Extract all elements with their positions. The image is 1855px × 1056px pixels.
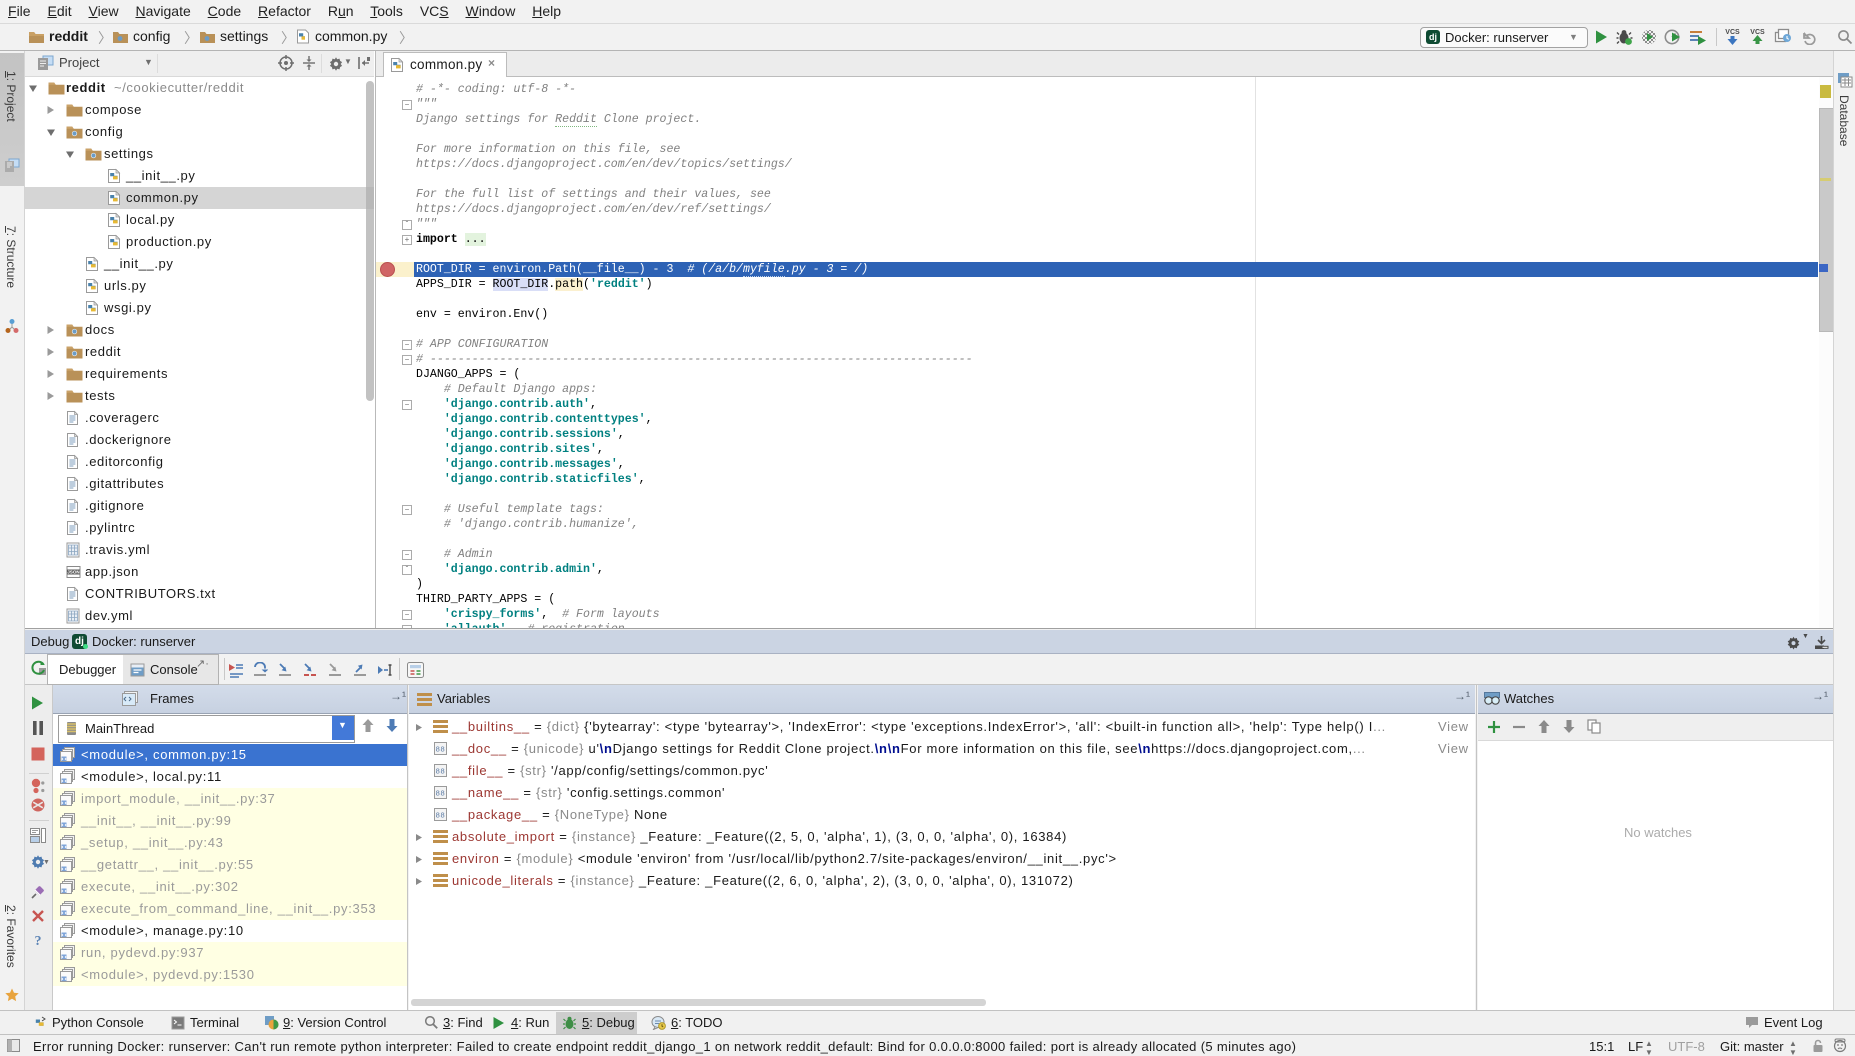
- svg-text:VCS: VCS: [1750, 29, 1765, 36]
- svg-text:?: ?: [35, 934, 42, 948]
- svg-text:88: 88: [436, 767, 446, 776]
- svg-text:88: 88: [436, 789, 446, 798]
- svg-text:JSON: JSON: [67, 570, 80, 575]
- svg-text:88: 88: [436, 811, 446, 820]
- svg-text:VCS: VCS: [1725, 29, 1740, 36]
- svg-text:88: 88: [436, 745, 446, 754]
